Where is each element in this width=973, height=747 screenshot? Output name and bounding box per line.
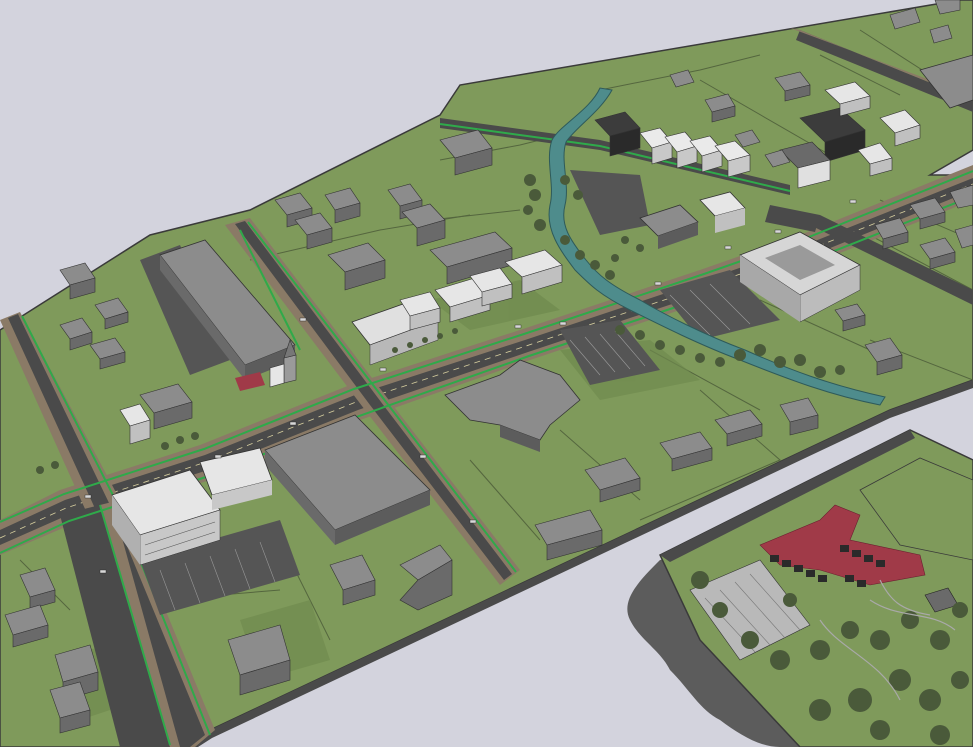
urban-model-scene: [0, 0, 973, 747]
